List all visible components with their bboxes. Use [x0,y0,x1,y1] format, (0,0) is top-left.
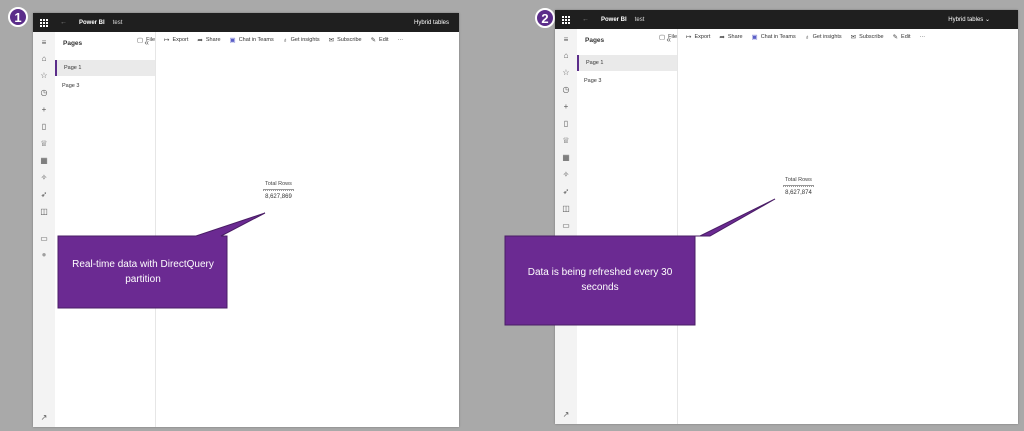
callout-shapes [57,198,776,326]
callout-1-text: Real-time data with DirectQuery partitio… [72,259,214,285]
callout-2-text: Data is being refreshed every 30 seconds [527,267,673,293]
